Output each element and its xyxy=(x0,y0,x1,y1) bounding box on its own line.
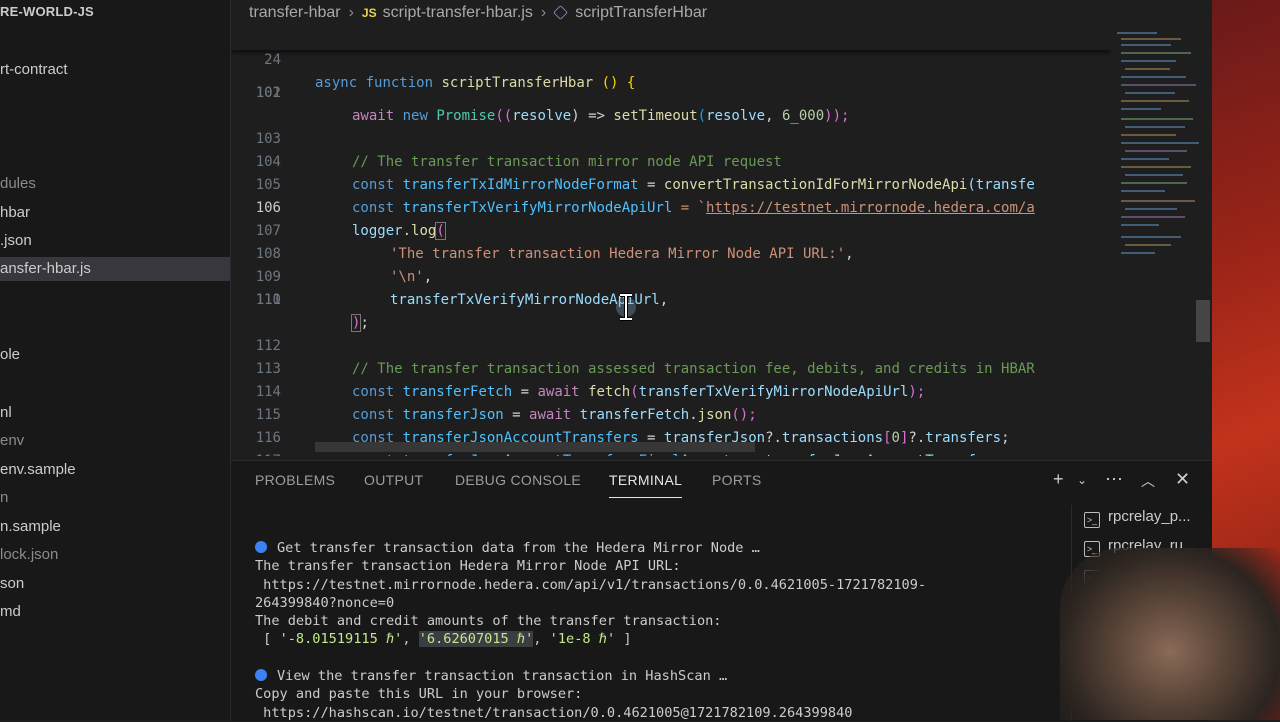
code-line[interactable]: 109 transferTxVerifyMirrorNodeApiUrl, xyxy=(231,243,1111,308)
breadcrumb-folder[interactable]: transfer-hbar xyxy=(249,4,341,21)
code-editor[interactable]: 24 async function scriptTransferHbar () … xyxy=(231,26,1111,456)
horizontal-scrollbar[interactable] xyxy=(315,442,755,452)
explorer-item[interactable]: lock.json xyxy=(0,543,230,567)
explorer-item[interactable]: son xyxy=(0,572,230,596)
chevron-right-icon: › xyxy=(540,4,547,21)
code-line[interactable]: 104 const transferTxIdMirrorNodeFormat =… xyxy=(231,128,1111,193)
terminal-line: https://hashscan.io/testnet/transaction/… xyxy=(255,704,853,721)
code-line[interactable]: 112 // The transfer transaction assessed… xyxy=(231,312,1111,377)
chevron-right-icon: › xyxy=(348,4,354,21)
code-line[interactable]: 103 // The transfer transaction mirror n… xyxy=(231,105,1111,170)
terminal-line: 264399840?nonce=0 xyxy=(255,594,395,611)
webcam-overlay xyxy=(1060,548,1280,720)
explorer-item[interactable]: dules xyxy=(0,172,230,196)
terminal-icon: >_ xyxy=(1084,512,1100,528)
tab-ports[interactable]: PORTS xyxy=(712,472,761,488)
tab-terminal[interactable]: TERMINAL xyxy=(609,472,683,498)
terminal-line: https://testnet.mirrornode.hedera.com/ap… xyxy=(255,576,927,593)
terminal-line: Copy and paste this URL in your browser: xyxy=(255,686,583,703)
tab-problems[interactable]: PROBLEMS xyxy=(255,472,335,488)
explorer-item[interactable]: nl xyxy=(0,401,230,425)
code-line[interactable]: 105 const transferTxVerifyMirrorNodeApiU… xyxy=(231,151,1111,216)
terminal-instance[interactable]: >_ rpcrelay_p... xyxy=(1084,505,1191,529)
breadcrumb-file[interactable]: script-transfer-hbar.js xyxy=(383,4,533,21)
code-line[interactable]: 110 ); xyxy=(231,266,1111,332)
chevron-down-icon[interactable]: ⌄ xyxy=(1077,473,1087,487)
javascript-file-icon: JS xyxy=(361,6,377,20)
explorer-item[interactable]: env.sample xyxy=(0,458,230,482)
close-icon[interactable]: ✕ xyxy=(1175,469,1190,490)
explorer-item[interactable]: env xyxy=(0,429,230,453)
breadcrumb-symbol[interactable]: scriptTransferHbar xyxy=(575,4,707,21)
terminal-output[interactable]: Get transfer transaction data from the H… xyxy=(255,539,1055,722)
explorer-sidebar: RE-WORLD-JS rt-contract dules hbar .json… xyxy=(0,0,231,720)
terminal-line: View the transfer transaction transactio… xyxy=(255,667,1055,685)
tab-output[interactable]: OUTPUT xyxy=(364,472,423,488)
line-number: 24 xyxy=(264,52,281,68)
explorer-item[interactable]: md xyxy=(0,600,230,624)
info-bullet-icon xyxy=(255,541,267,553)
code-line[interactable]: 113 const transferFetch = await fetch(tr… xyxy=(231,335,1111,400)
info-bullet-icon xyxy=(255,669,267,682)
vertical-scrollbar[interactable] xyxy=(1196,300,1210,342)
text-cursor-icon xyxy=(616,293,636,321)
code-line[interactable]: 111 xyxy=(231,289,1111,312)
terminal-line: The transfer transaction Hedera Mirror N… xyxy=(255,558,681,575)
explorer-item[interactable]: ole xyxy=(0,343,230,367)
sticky-scroll-header[interactable]: 24 async function scriptTransferHbar () … xyxy=(231,26,1111,91)
breadcrumb: transfer-hbar › JS script-transfer-hbar.js ›… xyxy=(231,0,1111,26)
function-symbol-icon xyxy=(553,5,569,21)
explorer-item[interactable]: n xyxy=(0,486,230,510)
explorer-item-active-file[interactable]: ansfer-hbar.js xyxy=(0,257,230,281)
panel-tab-bar: PROBLEMS OUTPUT DEBUG CONSOLE TERMINAL P… xyxy=(231,461,1212,501)
code-line-active[interactable]: 106 logger.log( xyxy=(231,174,1111,240)
explorer-item[interactable]: hbar xyxy=(0,201,230,225)
terminal-line: Get transfer transaction data from the H… xyxy=(255,539,1055,557)
chevron-up-icon[interactable]: ︿ xyxy=(1141,471,1155,491)
code-line[interactable]: 107 'The transfer transaction Hedera Mir… xyxy=(231,197,1111,262)
code-line[interactable]: 108 '\n', xyxy=(231,220,1111,285)
explorer-project-title: RE-WORLD-JS xyxy=(0,4,94,19)
explorer-item[interactable]: rt-contract xyxy=(0,58,230,82)
code-line[interactable]: 114 const transferJson = await transferF… xyxy=(231,358,1111,423)
plus-icon[interactable]: + xyxy=(1053,469,1064,490)
explorer-item[interactable]: .json xyxy=(0,229,230,253)
code-line[interactable]: 116 const transferJsonAccountTransfersFi… xyxy=(231,404,1111,456)
explorer-item[interactable]: n.sample xyxy=(0,515,230,539)
more-icon[interactable]: ⋯ xyxy=(1105,469,1123,490)
minimap[interactable] xyxy=(1111,26,1201,456)
code-line[interactable]: 115 const transferJsonAccountTransfers =… xyxy=(231,381,1111,446)
terminal-line: [ '-8.01519115 ℏ', '6.62607015 ℏ', '1e-8… xyxy=(255,631,632,648)
terminal-line: The debit and credit amounts of the tran… xyxy=(255,613,722,630)
tab-debug-console[interactable]: DEBUG CONSOLE xyxy=(455,472,581,488)
